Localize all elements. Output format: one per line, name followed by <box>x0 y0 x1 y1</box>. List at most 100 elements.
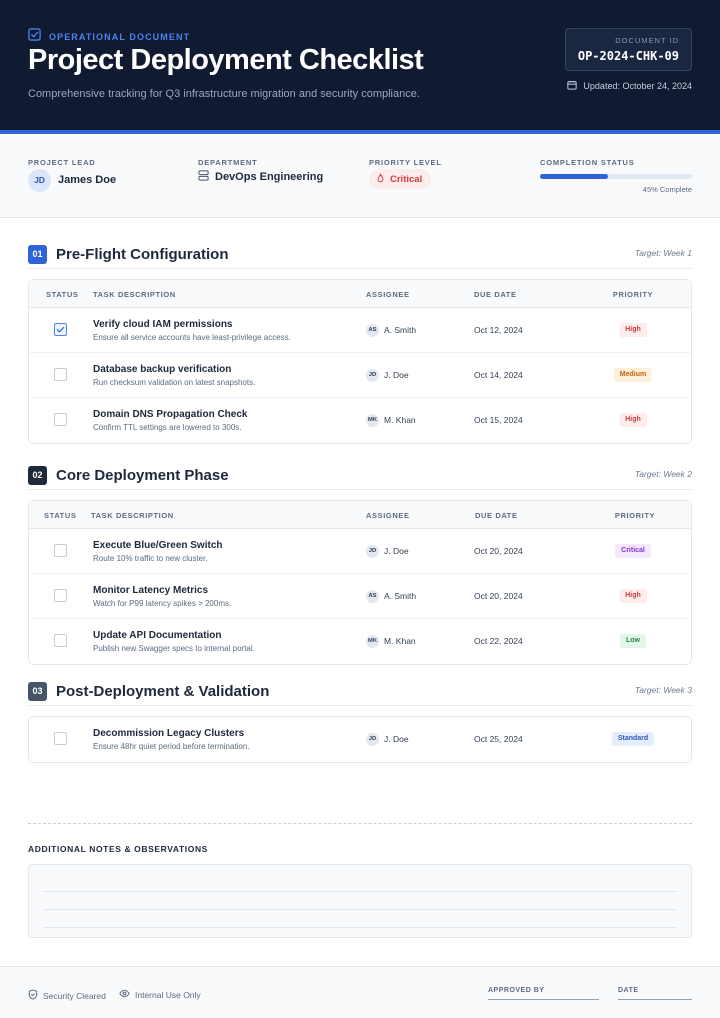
internal-use-text: Internal Use Only <box>135 989 201 1000</box>
task-checkbox[interactable] <box>54 368 67 381</box>
section-header: 03 Post-Deployment & Validation Target: We… <box>28 682 692 706</box>
task-title: Execute Blue/Green Switch <box>93 540 223 551</box>
document-id-label: DOCUMENT ID <box>615 36 679 45</box>
task-checkbox[interactable] <box>54 589 67 602</box>
date-label: DATE <box>618 987 639 994</box>
avatar: JD <box>28 169 51 192</box>
section-target: Target: Week 2 <box>634 469 692 479</box>
assignee-name: M. Khan <box>384 636 416 646</box>
task-checkbox[interactable] <box>54 413 67 426</box>
task-checkbox[interactable] <box>54 634 67 647</box>
section-target: Target: Week 1 <box>634 248 692 258</box>
task-description: Route 10% traffic to new cluster. <box>93 554 208 563</box>
due-date: Oct 25, 2024 <box>474 734 523 744</box>
due-date: Oct 15, 2024 <box>474 415 523 425</box>
task-description: Run checksum validation on latest snapsh… <box>93 378 256 387</box>
project-lead-name: James Doe <box>58 174 117 186</box>
table-row: Domain DNS Propagation Check Confirm TTL … <box>29 398 691 443</box>
notes-label: ADDITIONAL NOTES & OBSERVATIONS <box>28 844 208 854</box>
section-title: Pre-Flight Configuration <box>56 246 229 263</box>
security-status: Security Cleared <box>28 989 106 1002</box>
task-title: Update API Documentation <box>93 630 222 641</box>
section-number: 01 <box>28 245 47 264</box>
section-title: Post-Deployment & Validation <box>56 683 270 700</box>
task-description: Publish new Swagger specs to internal po… <box>93 644 255 653</box>
task-description: Ensure all service accounts have least-p… <box>93 333 291 342</box>
notes-input-area[interactable] <box>28 864 692 938</box>
table-row: Database backup verification Run checksum… <box>29 353 691 398</box>
department-value: DevOps Engineering <box>198 170 323 184</box>
task-table: Decommission Legacy Clusters Ensure 48hr … <box>28 716 692 763</box>
column-header-status: STATUS <box>46 290 79 299</box>
task-title: Verify cloud IAM permissions <box>93 319 233 330</box>
table-row: Decommission Legacy Clusters Ensure 48hr … <box>29 717 691 762</box>
task-title: Decommission Legacy Clusters <box>93 728 245 739</box>
check-icon <box>56 326 65 333</box>
table-row: Update API Documentation Publish new Swag… <box>29 619 691 664</box>
task-title: Monitor Latency Metrics <box>93 585 209 596</box>
due-date: Oct 20, 2024 <box>474 591 523 601</box>
task-description: Watch for P99 latency spikes > 200ms. <box>93 599 232 608</box>
task-checkbox[interactable] <box>54 732 67 745</box>
eye-icon <box>119 989 130 1000</box>
priority-level-text: Critical <box>390 173 423 185</box>
visibility-status: Internal Use Only <box>119 989 201 1000</box>
security-text: Security Cleared <box>43 990 106 1001</box>
section-header: 02 Core Deployment Phase Target: Week 2 <box>28 466 692 490</box>
assignee-avatar: MK <box>366 635 379 648</box>
assignee-avatar: MK <box>366 414 379 427</box>
task-table: STATUS TASK DESCRIPTION ASSIGNEE DUE DATE PR… <box>28 500 692 665</box>
column-header-due: DUE DATE <box>475 511 518 520</box>
assignee-avatar: JD <box>366 369 379 382</box>
assignee-avatar: JD <box>366 733 379 746</box>
priority-level-label: PRIORITY LEVEL <box>369 158 442 167</box>
approved-by-label: APPROVED BY <box>488 987 545 994</box>
table-row: Verify cloud IAM permissions Ensure all s… <box>29 308 691 353</box>
table-row: Execute Blue/Green Switch Route 10% traff… <box>29 529 691 574</box>
notes-divider <box>28 823 692 824</box>
updated-date: Updated: October 24, 2024 <box>567 80 692 92</box>
section-number: 03 <box>28 682 47 701</box>
project-lead-label: PROJECT LEAD <box>28 158 96 167</box>
priority-badge: High <box>619 589 647 603</box>
priority-badge: High <box>619 413 647 427</box>
task-checkbox[interactable] <box>54 323 67 336</box>
task-description: Confirm TTL settings are lowered to 300s… <box>93 423 242 432</box>
project-meta: PROJECT LEAD JD James Doe DEPARTMENT Dev… <box>0 134 720 218</box>
column-header-due: DUE DATE <box>474 290 517 299</box>
approved-by-signature-line[interactable] <box>488 999 599 1000</box>
priority-badge: Standard <box>611 732 655 746</box>
page-title: Project Deployment Checklist <box>28 44 424 76</box>
table-header: STATUS TASK DESCRIPTION ASSIGNEE DUE DATE PR… <box>29 280 691 308</box>
department-label: DEPARTMENT <box>198 158 258 167</box>
assignee-avatar: JD <box>366 545 379 558</box>
completion-status-label: COMPLETION STATUS <box>540 158 635 167</box>
assignee-avatar: AS <box>366 324 379 337</box>
due-date: Oct 22, 2024 <box>474 636 523 646</box>
kicker-text: OPERATIONAL DOCUMENT <box>49 32 191 42</box>
table-header: STATUS TASK DESCRIPTION ASSIGNEE DUE DATE PR… <box>29 501 691 529</box>
column-header-assignee: ASSIGNEE <box>366 511 410 520</box>
priority-level-badge: Critical <box>369 169 432 189</box>
due-date: Oct 14, 2024 <box>474 370 523 380</box>
note-line <box>43 891 677 892</box>
column-header-priority: PRIORITY <box>614 511 656 520</box>
page-subtitle: Comprehensive tracking for Q3 infrastruc… <box>28 88 420 100</box>
column-header-task: TASK DESCRIPTION <box>91 511 174 520</box>
date-signature-line[interactable] <box>618 999 692 1000</box>
assignee-name: J. Doe <box>384 734 409 744</box>
assignee-name: A. Smith <box>384 591 417 601</box>
priority-badge: Critical <box>615 544 651 558</box>
department-text: DevOps Engineering <box>215 171 324 183</box>
section-number: 02 <box>28 466 47 485</box>
priority-badge: High <box>619 323 647 337</box>
priority-badge: Low <box>620 634 646 648</box>
assignee-name: J. Doe <box>384 546 409 556</box>
due-date: Oct 12, 2024 <box>474 325 523 335</box>
document-header: OPERATIONAL DOCUMENT Project Deployment … <box>0 0 720 130</box>
column-header-status: STATUS <box>44 511 77 520</box>
assignee-avatar: AS <box>366 590 379 603</box>
task-checkbox[interactable] <box>54 544 67 557</box>
priority-badge: Medium <box>613 368 653 382</box>
document-id-value: OP-2024-CHK-09 <box>577 49 679 63</box>
